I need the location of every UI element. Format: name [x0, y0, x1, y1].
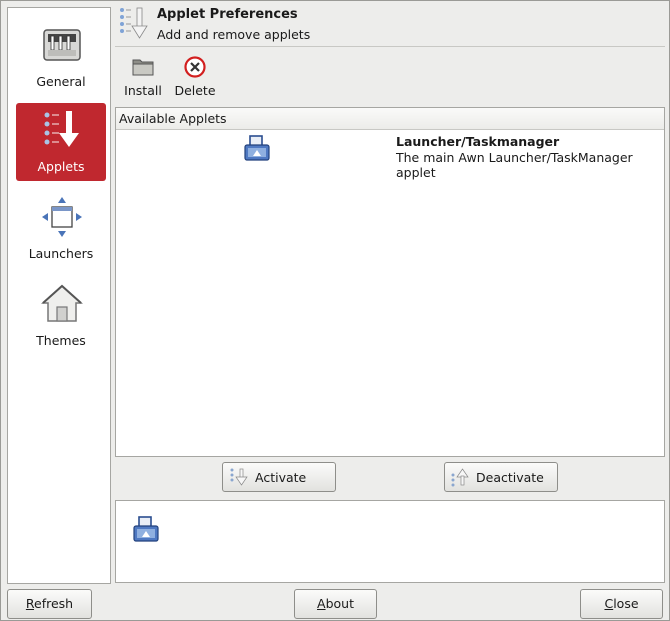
- applet-name: Launcher/Taskmanager: [396, 134, 560, 149]
- page-subtitle: Add and remove applets: [157, 27, 311, 42]
- applet-description: The main Awn Launcher/TaskManager applet: [396, 150, 633, 180]
- delete-label: Delete: [174, 83, 216, 98]
- sidebar-item-label: Themes: [36, 333, 86, 348]
- deactivate-button[interactable]: Deactivate: [444, 462, 558, 492]
- refresh-button[interactable]: Refresh: [7, 589, 92, 619]
- install-folder-icon: [132, 59, 154, 76]
- sidebar-item-launchers[interactable]: Launchers: [16, 190, 106, 268]
- sidebar-item-label: Applets: [37, 159, 85, 174]
- deactivate-arrow-icon: [451, 468, 469, 487]
- applets-list-icon: [44, 111, 79, 147]
- activate-arrow-icon: [230, 468, 248, 486]
- install-button[interactable]: Install: [123, 55, 163, 101]
- launchers-window-icon: [42, 197, 82, 237]
- sidebar-item-themes[interactable]: Themes: [16, 277, 106, 355]
- activate-label: Activate: [255, 470, 307, 485]
- sidebar-item-general[interactable]: General: [16, 18, 106, 96]
- preferences-window: General Applets Launchers Themes Applet …: [0, 0, 670, 621]
- column-header-available-applets[interactable]: Available Applets: [116, 108, 664, 130]
- control-panel-icon: [43, 29, 81, 61]
- delete-icon: [184, 56, 206, 78]
- sidebar-item-label: Launchers: [28, 246, 94, 261]
- sidebar-item-label: General: [36, 74, 86, 89]
- home-icon: [41, 284, 83, 322]
- sidebar-item-applets[interactable]: Applets: [16, 103, 106, 181]
- refresh-label: Refresh: [25, 596, 74, 611]
- close-button[interactable]: Close: [580, 589, 663, 619]
- active-applets-panel[interactable]: [115, 500, 665, 583]
- install-label: Install: [124, 83, 162, 98]
- sidebar: General Applets Launchers Themes: [7, 7, 111, 584]
- launcher-applet-icon[interactable]: [132, 515, 160, 543]
- about-button[interactable]: About: [294, 589, 377, 619]
- close-label: Close: [604, 596, 639, 611]
- launcher-applet-icon: [244, 135, 270, 161]
- deactivate-label: Deactivate: [476, 470, 544, 485]
- list-item[interactable]: Launcher/Taskmanager The main Awn Launch…: [116, 132, 664, 180]
- activate-button[interactable]: Activate: [222, 462, 336, 492]
- applets-header-icon: [120, 7, 148, 39]
- header-divider: [115, 46, 665, 47]
- delete-button[interactable]: Delete: [172, 55, 218, 101]
- page-title: Applet Preferences: [157, 7, 298, 22]
- about-label: About: [317, 596, 354, 611]
- available-applets-list[interactable]: Available Applets Launcher/Taskmanager T…: [115, 107, 665, 457]
